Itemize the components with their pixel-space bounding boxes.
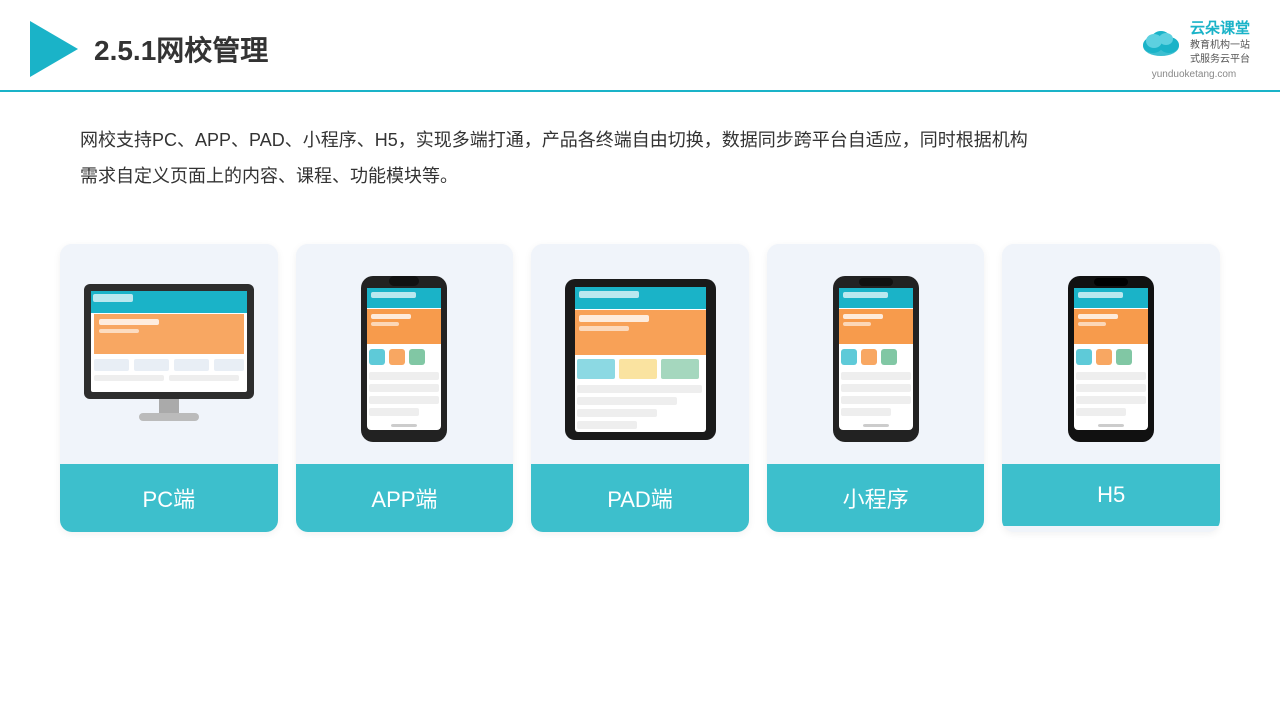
description-section: 网校支持PC、APP、PAD、小程序、H5，实现多端打通，产品各终端自由切换，数… <box>0 92 1280 204</box>
h5-device-icon <box>1066 274 1156 444</box>
card-miniapp-label: 小程序 <box>767 464 985 532</box>
brand-name: 云朵课堂 <box>1190 18 1250 39</box>
card-pc: PC端 <box>60 244 278 532</box>
header: 2.5.1网校管理 云朵课堂 教育机构一站 式服务云平台 yunduoketan… <box>0 0 1280 92</box>
app-image-area <box>296 244 514 464</box>
card-app-label: APP端 <box>296 464 514 532</box>
card-app: APP端 <box>296 244 514 532</box>
logo-triangle-icon <box>30 21 78 77</box>
description-line2: 需求自定义页面上的内容、课程、功能模块等。 <box>80 158 1200 194</box>
card-h5-label: H5 <box>1002 464 1220 526</box>
card-pad: PAD端 <box>531 244 749 532</box>
pc-image-area <box>60 244 278 464</box>
device-cards-section: PC端 <box>0 214 1280 552</box>
brand-url: yunduoketang.com <box>1152 69 1237 80</box>
pad-device-icon <box>563 277 718 442</box>
header-left: 2.5.1网校管理 <box>30 21 268 77</box>
card-miniapp: 小程序 <box>767 244 985 532</box>
card-pad-label: PAD端 <box>531 464 749 532</box>
cloud-icon <box>1138 28 1184 58</box>
h5-image-area <box>1002 244 1220 464</box>
app-device-icon <box>359 274 449 444</box>
description-line1: 网校支持PC、APP、PAD、小程序、H5，实现多端打通，产品各终端自由切换，数… <box>80 122 1200 158</box>
miniapp-image-area <box>767 244 985 464</box>
pad-image-area <box>531 244 749 464</box>
card-h5: H5 <box>1002 244 1220 532</box>
card-pc-label: PC端 <box>60 464 278 532</box>
header-right: 云朵课堂 教育机构一站 式服务云平台 yunduoketang.com <box>1138 18 1250 80</box>
brand-sub: 教育机构一站 式服务云平台 <box>1190 39 1250 67</box>
page-title: 2.5.1网校管理 <box>94 29 268 69</box>
pc-device-icon <box>79 279 259 439</box>
miniapp-device-icon <box>831 274 921 444</box>
brand-logo: 云朵课堂 教育机构一站 式服务云平台 <box>1138 18 1250 67</box>
